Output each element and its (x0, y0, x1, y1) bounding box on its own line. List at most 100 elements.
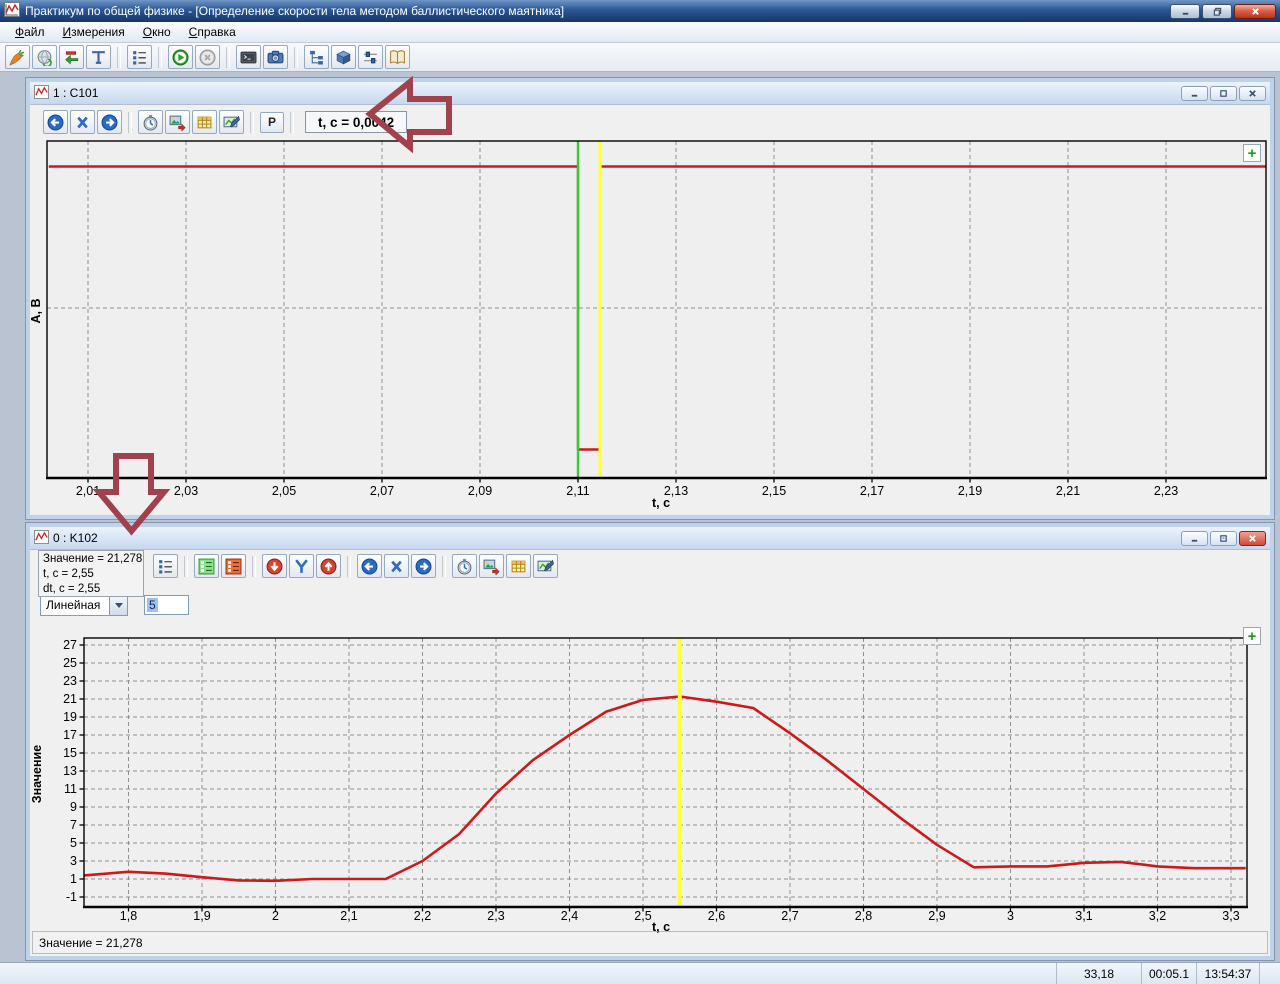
chart-wizard-button[interactable] (533, 554, 558, 578)
x-tick-label: 2,2 (414, 909, 431, 923)
c101-maximize-button[interactable] (1210, 86, 1237, 101)
k102-restore-button[interactable] (1210, 531, 1237, 546)
chevron-down-icon[interactable] (109, 596, 127, 615)
k102-toolbar (152, 552, 559, 580)
k102-close-button[interactable] (1239, 531, 1266, 546)
export-image-icon (169, 114, 186, 131)
x-axis-label: t, c (652, 496, 670, 510)
c101-expand-plus-button[interactable]: + (1243, 144, 1261, 162)
y-letter-button[interactable] (289, 554, 314, 578)
points-input[interactable]: 5 (144, 595, 189, 615)
rows-green-button[interactable] (194, 554, 219, 578)
y-tick-label: -1 (66, 890, 77, 904)
exit-button[interactable] (59, 45, 84, 69)
c101-chart[interactable]: 2,012,032,052,072,092,112,132,152,172,19… (30, 132, 1270, 515)
y-tick-label: 19 (63, 710, 77, 724)
window-titlebar[interactable]: Практикум по общей физике - [Определение… (0, 0, 1280, 22)
stop-button[interactable] (195, 45, 220, 69)
chart-window-icon (34, 530, 49, 547)
x-tick-label: 3,2 (1149, 909, 1166, 923)
globe-button[interactable] (32, 45, 57, 69)
rows-red-icon (225, 558, 242, 575)
x-tick-label: 2,11 (566, 484, 589, 498)
next-button[interactable] (411, 554, 436, 578)
y-tick-label: 9 (70, 800, 77, 814)
prev-button[interactable] (43, 110, 68, 134)
k102-chart[interactable]: 1,81,922,12,22,32,42,52,62,72,82,933,13,… (30, 617, 1270, 933)
toolbar-separator (158, 47, 162, 68)
y-tick-label: 21 (63, 692, 77, 706)
x-tick-label: 2,7 (781, 909, 798, 923)
y-tick-label: 15 (63, 746, 77, 760)
y-tick-label: 1 (70, 872, 77, 886)
table-button[interactable] (506, 554, 531, 578)
menubar: ФайлИзмеренияОкноСправка (0, 22, 1280, 43)
y-tick-label: 13 (63, 764, 77, 778)
x-tick-label: 1,9 (193, 909, 210, 923)
x-tick-label: 2,19 (958, 484, 982, 498)
channels-list-button[interactable] (127, 45, 152, 69)
down-circle-button[interactable] (262, 554, 287, 578)
c101-titlebar[interactable]: 1 : C101 (30, 82, 1270, 105)
k102-minimize-button[interactable] (1181, 531, 1208, 546)
package-icon (335, 49, 352, 66)
minimize-button[interactable] (1170, 4, 1200, 19)
x-tick-label: 2,3 (487, 909, 504, 923)
menu-item-4[interactable]: Справка (180, 23, 245, 41)
next-icon (415, 558, 432, 575)
up-circle-button[interactable] (316, 554, 341, 578)
rows-red-button[interactable] (221, 554, 246, 578)
c101-plot-area[interactable] (47, 141, 1266, 478)
x-tick-label: 2,5 (634, 909, 651, 923)
channels-list-button[interactable] (153, 554, 178, 578)
camera-button[interactable] (263, 45, 288, 69)
export-image-button[interactable] (479, 554, 504, 578)
stopwatch-button[interactable] (138, 110, 163, 134)
scale-mode-select[interactable]: Линейная (40, 595, 128, 616)
chart-wizard-button[interactable] (219, 110, 244, 134)
export-image-button[interactable] (165, 110, 190, 134)
t-square-button[interactable] (86, 45, 111, 69)
k102-expand-plus-button[interactable]: + (1243, 627, 1261, 645)
prev-button[interactable] (357, 554, 382, 578)
start-button[interactable] (168, 45, 193, 69)
toolbar-separator (442, 556, 446, 577)
points-value: 5 (147, 598, 158, 612)
table-button[interactable] (192, 110, 217, 134)
x-button[interactable] (70, 110, 95, 134)
menu-item-3[interactable]: Окно (134, 23, 180, 41)
channels-list-icon (157, 558, 174, 575)
exit-icon (63, 49, 80, 66)
stopwatch-button[interactable] (452, 554, 477, 578)
c101-minimize-button[interactable] (1181, 86, 1208, 101)
experiment-button[interactable] (5, 45, 30, 69)
close-button[interactable] (1234, 4, 1276, 19)
menu-item-1[interactable]: Файл (6, 23, 54, 41)
tree-button[interactable] (304, 45, 329, 69)
k102-titlebar[interactable]: 0 : K102 (30, 527, 1270, 550)
camera-icon (267, 49, 284, 66)
down-circle-icon (266, 558, 283, 575)
menu-item-2[interactable]: Измерения (54, 23, 134, 41)
package-button[interactable] (331, 45, 356, 69)
y-axis-label: А, В (30, 299, 43, 324)
info-dtime: dt, c = 2,55 (43, 582, 139, 597)
next-button[interactable] (97, 110, 122, 134)
resize-grip[interactable] (1259, 963, 1280, 984)
x-tick-label: 2,03 (174, 484, 198, 498)
x-icon (388, 558, 405, 575)
start-icon (172, 49, 189, 66)
x-button[interactable] (384, 554, 409, 578)
y-tick-label: 17 (63, 728, 77, 742)
c101-close-button[interactable] (1239, 86, 1266, 101)
p-button[interactable]: P (260, 112, 284, 133)
options-button[interactable] (358, 45, 383, 69)
stopwatch-icon (456, 558, 473, 575)
x-tick-label: 2,1 (340, 909, 357, 923)
x-axis-label: t, c (652, 920, 670, 933)
help-book-button[interactable] (385, 45, 410, 69)
k102-plot-area[interactable] (84, 638, 1247, 907)
restore-button[interactable] (1202, 4, 1232, 19)
console-button[interactable] (236, 45, 261, 69)
x-tick-label: 2,4 (561, 909, 578, 923)
